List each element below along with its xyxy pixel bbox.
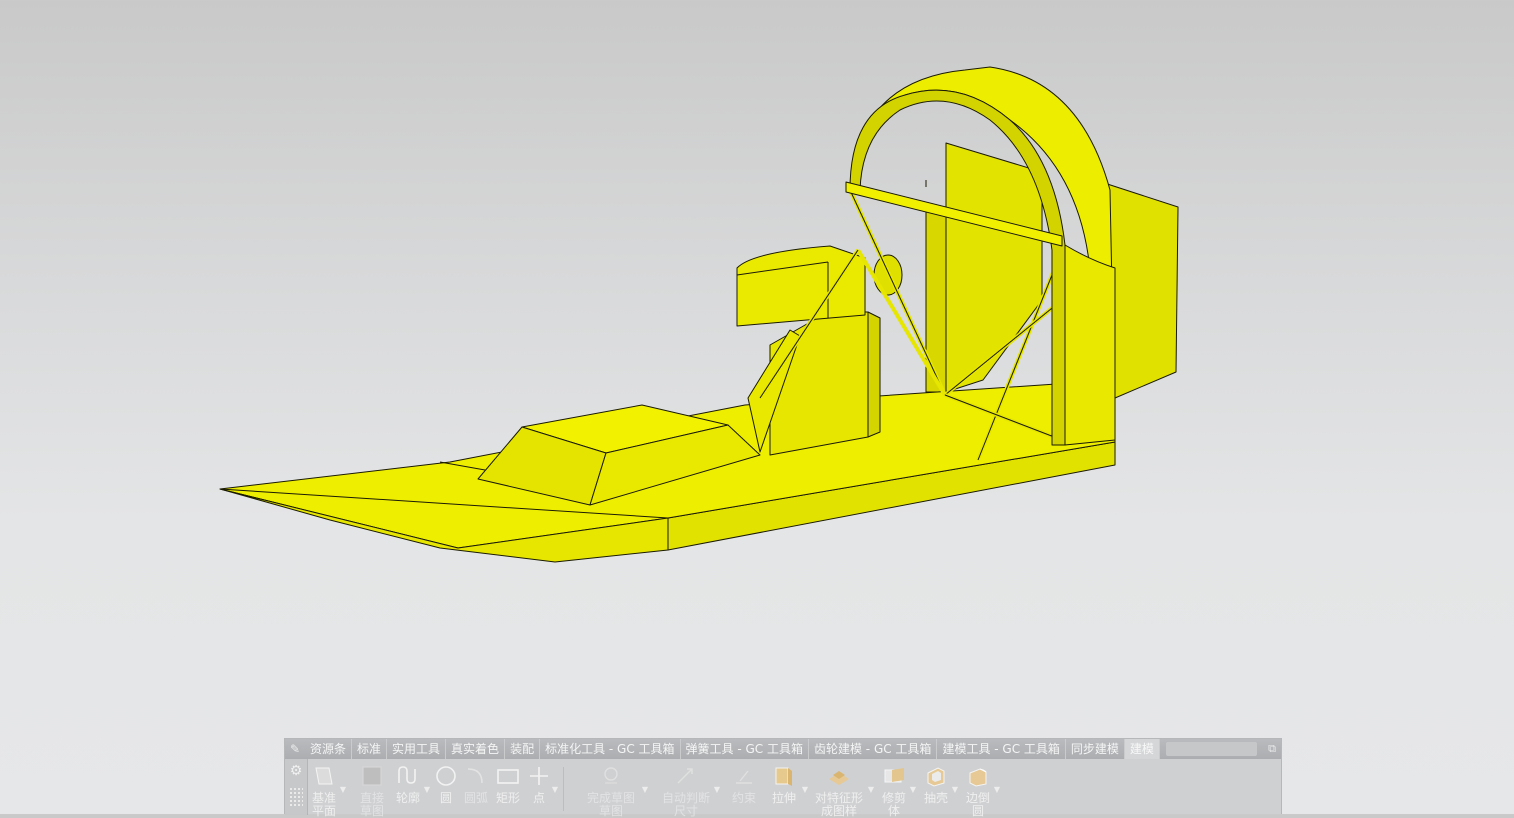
trim-body-label: 修剪 体 [881,791,906,818]
trim-body-icon [884,768,904,783]
circle-label: 圆 [439,791,452,805]
datum-plane-icon [315,767,333,785]
edge-blend-icon [969,768,987,787]
constraint-button[interactable]: 约束 [729,761,759,815]
trim-body-button[interactable]: 修剪 体 ▼ [879,761,916,818]
chevron-down-icon[interactable]: ▼ [642,785,648,794]
chevron-down-icon[interactable]: ▼ [910,785,916,794]
gear-icon[interactable]: ⚙ [288,763,304,779]
ribbon-side-strip: ⚙ [285,759,308,815]
constraint-icon [736,770,752,784]
extrude-icon [775,767,792,786]
rectangle-button[interactable]: 矩形 [493,761,523,815]
rapid-dimension-button[interactable]: 自动判断 尺寸 ▼ [659,761,720,818]
tab-bar-filler [1165,742,1257,756]
point-button[interactable]: 点 ▼ [527,761,558,815]
rectangle-icon [497,769,519,784]
edge-blend-button[interactable]: 边倒 圆 ▼ [963,761,1000,818]
ribbon-restore-icon[interactable]: ⧉ [1263,739,1281,759]
pattern-feature-button[interactable]: 对特征形 成图样 ▼ [811,761,874,818]
chevron-down-icon[interactable]: ▼ [714,785,720,794]
chevron-down-icon[interactable]: ▼ [552,785,558,794]
constraint-label: 约束 [731,791,756,805]
ribbon-tab-bar: ✎ 资源条 标准 实用工具 真实着色 装配 标准化工具 - GC 工具箱 弹簧工… [285,739,1281,759]
chevron-down-icon[interactable]: ▼ [424,785,430,794]
arc-icon [467,768,483,784]
finish-sketch-icon [604,767,618,784]
finish-sketch-button[interactable]: 完成草图 草图 ▼ [581,761,648,818]
chevron-down-icon[interactable]: ▼ [802,785,808,794]
rectangle-label: 矩形 [495,791,520,805]
extrude-button[interactable]: 拉伸 ▼ [767,761,808,815]
pattern-icon [829,771,849,785]
direct-sketch-button[interactable]: 直接 草图 [357,761,387,818]
tab-spring-tools-gc[interactable]: 弹簧工具 - GC 工具箱 [681,739,809,759]
circle-icon [436,766,456,786]
point-label: 点 [532,791,545,805]
tab-resource-bar[interactable]: 资源条 [305,739,353,759]
pattern-label: 对特征形 成图样 [814,791,863,818]
point-icon [530,767,548,785]
tab-modeling-tools-gc[interactable]: 建模工具 - GC 工具箱 [937,739,1066,759]
tab-modeling[interactable]: 建模 [1124,739,1160,759]
profile-button[interactable]: 轮廓 ▼ [393,761,430,815]
tab-standard-parts-gc[interactable]: 标准化工具 - GC 工具箱 [540,739,681,759]
finish-sketch-label: 完成草图 草图 [586,791,635,818]
ribbon-tools: 基准 平面 ▼ 直接 草图 轮廓 ▼ 圆 圆弧 矩形 点 ▼ 完成草图 草图 ▼… [309,761,1279,818]
dimension-label: 自动判断 尺寸 [661,791,710,818]
shell-button[interactable]: 抽壳 ▼ [921,761,958,815]
tab-assembly[interactable]: 装配 [505,739,541,759]
tab-gear-modeling-gc[interactable]: 齿轮建模 - GC 工具箱 [809,739,938,759]
chevron-down-icon[interactable]: ▼ [952,785,958,794]
arc-label: 圆弧 [463,791,488,805]
grip-icon[interactable] [289,787,303,807]
tab-utilities[interactable]: 实用工具 [387,739,447,759]
ribbon-toolbar: ✎ 资源条 标准 实用工具 真实着色 装配 标准化工具 - GC 工具箱 弹簧工… [284,738,1282,818]
tab-true-shading[interactable]: 真实着色 [446,739,506,759]
profile-label: 轮廓 [395,791,420,805]
tab-standard[interactable]: 标准 [352,739,388,759]
sketch-icon [362,766,382,786]
shell-icon [927,767,945,787]
chevron-down-icon[interactable]: ▼ [868,785,874,794]
chevron-down-icon[interactable]: ▼ [340,785,346,794]
edge-blend-label: 边倒 圆 [965,791,990,818]
datum-plane-label: 基准 平面 [311,791,336,818]
datum-plane-button[interactable]: 基准 平面 ▼ [309,761,346,818]
tab-synchronous-modeling[interactable]: 同步建模 [1066,739,1125,759]
dimension-icon [677,768,693,784]
arc-button[interactable]: 圆弧 [463,761,489,815]
app-logo-icon[interactable]: ✎ [285,739,305,759]
direct-sketch-label: 直接 草图 [359,791,384,818]
circle-button[interactable]: 圆 [433,761,459,815]
airboat-model[interactable] [0,0,1514,814]
profile-icon [398,766,416,784]
shell-label: 抽壳 [923,791,948,805]
chevron-down-icon[interactable]: ▼ [994,785,1000,794]
graphics-viewport[interactable] [0,0,1514,814]
extrude-label: 拉伸 [771,791,796,805]
separator [563,767,564,811]
